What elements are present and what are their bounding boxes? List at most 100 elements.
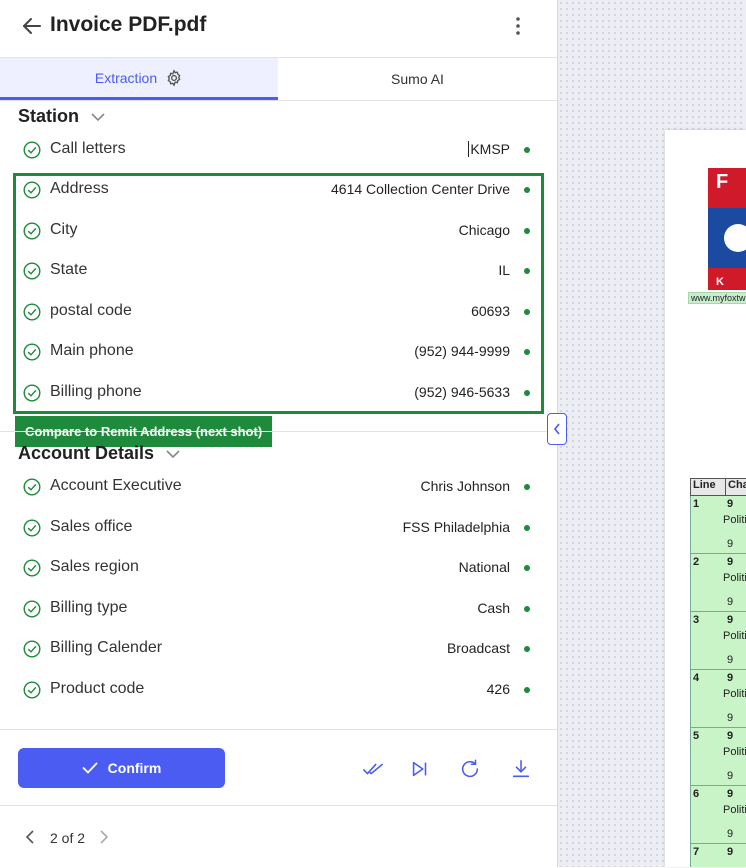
table-cell: 9 [727,672,734,684]
chevron-down-icon[interactable] [166,449,180,459]
tab-sumo-ai-label: Sumo AI [391,71,444,87]
field-value[interactable]: 426 [487,681,510,697]
table-cell: 9 [727,596,734,608]
field-row-call-letters[interactable]: Call letters KMSP [18,130,538,170]
confidence-dot [524,147,530,153]
confirm-button[interactable]: Confirm [18,748,225,788]
table-cell: 9 [727,538,734,550]
skip-next-icon[interactable] [409,758,431,780]
field-label: Account Executive [50,477,182,494]
table-cell: Politi [723,804,746,816]
check-circle-icon [23,478,41,496]
confidence-dot [524,687,530,693]
table-row: 3 9 Politi 9 [690,612,746,670]
chevron-right-icon[interactable] [98,830,110,844]
svg-text:F: F [716,171,728,193]
more-options-icon[interactable] [508,14,528,38]
check-circle-icon [23,600,41,618]
invoice-table: Line Cha 1 9 Politi 9 2 9 Politi 9 3 9 P… [690,478,746,867]
table-cell: 2 [693,556,700,568]
table-cell: 9 [727,846,734,858]
table-cell: 1 [693,498,700,510]
page-title: Invoice PDF.pdf [50,13,207,36]
field-label: Billing Calender [50,639,163,656]
table-cell: Politi [723,514,746,526]
page-indicator: 2 of 2 [50,830,86,846]
confidence-dot [524,646,530,652]
tab-bar: Extraction Sumo AI [0,58,557,101]
chevron-down-icon[interactable] [91,112,105,122]
table-cell: 9 [727,730,734,742]
field-label: Call letters [50,140,126,157]
confidence-dot [524,565,530,571]
check-circle-icon [23,640,41,658]
table-header: Line Cha [690,478,746,496]
table-cell: 9 [727,770,734,782]
table-cell: 4 [693,672,700,684]
account-section-header[interactable]: Account Details [18,443,180,464]
collapse-panel-button[interactable] [547,413,567,445]
table-row: 6 9 Politi 9 [690,786,746,844]
field-label: Sales office [50,518,133,535]
field-row-product-code[interactable]: Product code 426 [18,670,538,710]
field-value[interactable]: Broadcast [447,640,510,656]
table-header-cell: Line [691,479,726,495]
tab-sumo-ai[interactable]: Sumo AI [278,58,557,100]
field-label: Sales region [50,558,139,575]
table-cell: 3 [693,614,700,626]
tab-extraction[interactable]: Extraction [0,58,278,100]
chevron-left-icon [553,423,560,435]
station-section-title: Station [18,106,79,126]
confidence-dot [524,606,530,612]
section-divider [0,431,557,432]
confidence-dot [524,525,530,531]
field-value[interactable]: Cash [477,600,510,616]
field-row-sales-region[interactable]: Sales region National [18,548,538,588]
table-row: 1 9 Politi 9 [690,496,746,554]
svg-text:K: K [716,276,724,288]
check-circle-icon [23,519,41,537]
field-label: Billing type [50,599,128,616]
refresh-icon[interactable] [459,758,481,780]
station-section-header[interactable]: Station [18,106,105,127]
station-logo: F K [708,168,746,290]
table-cell: 5 [693,730,700,742]
table-cell: Politi [723,572,746,584]
confidence-dot [524,484,530,490]
table-cell: Politi [723,630,746,642]
check-circle-icon [23,681,41,699]
chevron-left-icon[interactable] [24,830,36,844]
table-row: 7 9 [690,844,746,867]
table-cell: 6 [693,788,700,800]
table-cell: 9 [727,556,734,568]
back-arrow-icon[interactable] [20,14,44,38]
field-label: Product code [50,680,145,697]
document-page[interactable]: F K www.myfoxtw Line Cha 1 9 Politi 9 2 … [665,130,746,867]
field-value[interactable]: Chris Johnson [421,478,511,494]
check-circle-icon [23,559,41,577]
table-row: 5 9 Politi 9 [690,728,746,786]
gear-icon[interactable] [165,68,183,87]
table-row: 2 9 Politi 9 [690,554,746,612]
panel-header: Invoice PDF.pdf [0,0,557,58]
annotation-highlight-box [13,173,544,414]
table-cell: 9 [727,614,734,626]
station-url: www.myfoxtw [688,292,746,304]
table-cell: 7 [693,846,700,858]
field-row-sales-office[interactable]: Sales office FSS Philadelphia [18,508,538,548]
field-value[interactable]: FSS Philadelphia [403,519,510,535]
tab-extraction-label: Extraction [94,69,158,86]
field-value[interactable]: National [459,559,510,575]
table-row: 4 9 Politi 9 [690,670,746,728]
field-row-billing-type[interactable]: Billing type Cash [18,589,538,629]
download-icon[interactable] [510,758,532,780]
double-check-icon[interactable] [362,758,384,780]
field-row-account-executive[interactable]: Account Executive Chris Johnson [18,467,538,507]
document-pager: 2 of 2 [0,805,557,868]
table-cell: 9 [727,788,734,800]
table-header-cell: Cha [728,479,746,491]
field-row-billing-calender[interactable]: Billing Calender Broadcast [18,629,538,669]
action-footer: Confirm [0,729,557,806]
field-value[interactable]: KMSP [468,141,510,157]
table-cell: 9 [727,828,734,840]
